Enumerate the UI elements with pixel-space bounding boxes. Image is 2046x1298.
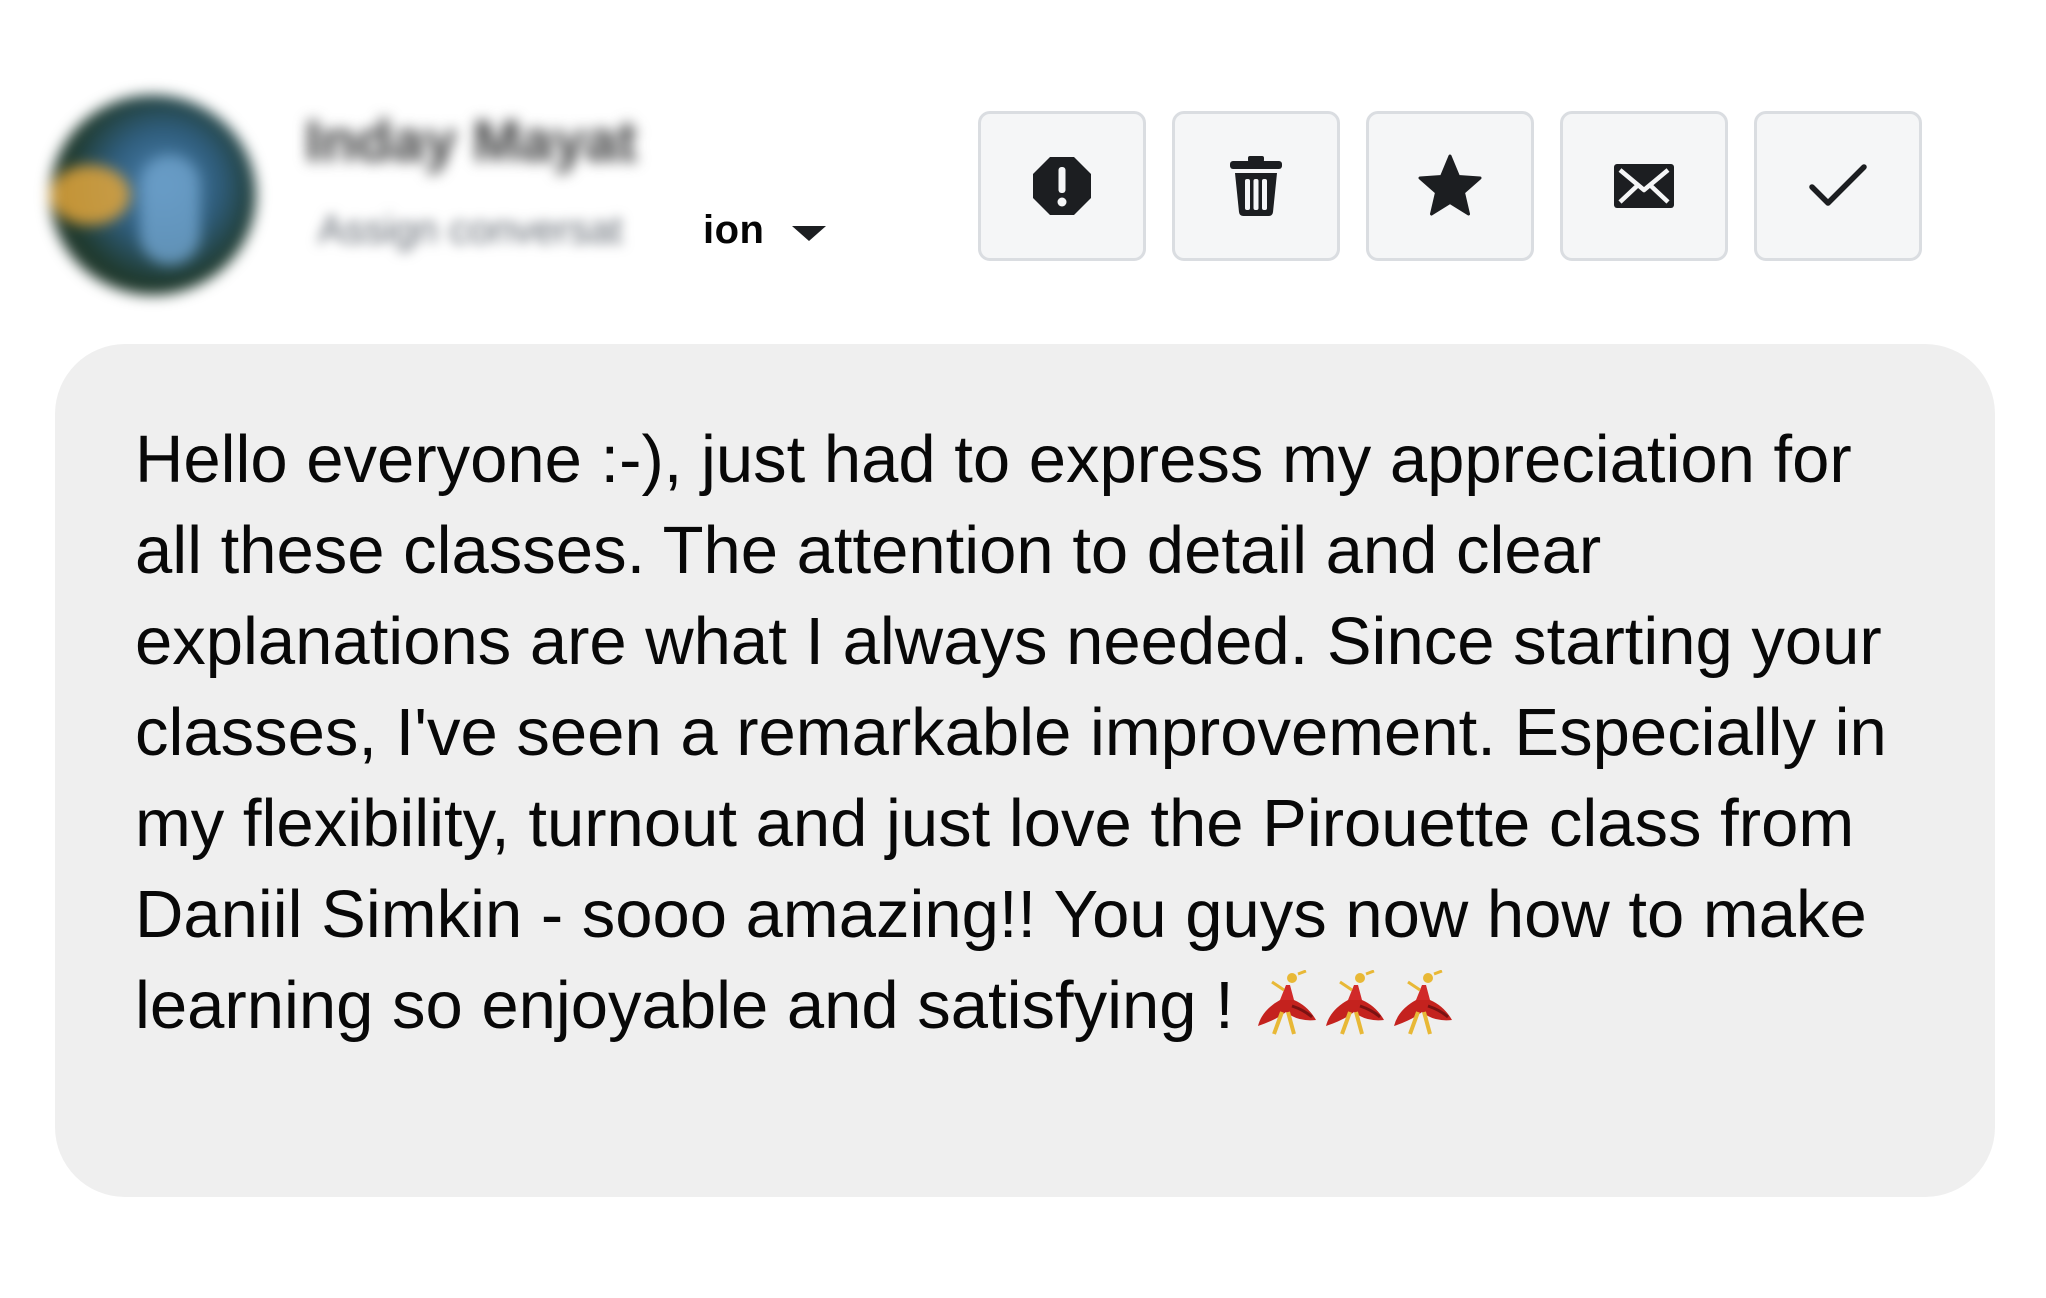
assign-conversation-dropdown[interactable]: Assign conversat ion: [318, 200, 827, 260]
star-button[interactable]: [1366, 111, 1534, 261]
conversation-toolbar: [978, 111, 1922, 261]
star-icon: [1418, 154, 1482, 216]
message-bubble: Hello everyone :-), just had to express …: [55, 344, 1995, 1197]
emoji-group: [1254, 970, 1456, 1040]
delete-button[interactable]: [1172, 111, 1340, 261]
message-text-block: Hello everyone :-), just had to express …: [135, 414, 1915, 1051]
assign-label-visible: ion: [703, 207, 765, 252]
user-name[interactable]: Inday Mayat: [305, 108, 637, 175]
envelope-icon: [1614, 164, 1674, 208]
mark-unread-button[interactable]: [1560, 111, 1728, 261]
dancer-emoji: [1325, 970, 1384, 1035]
assign-label-blurred: Assign conversat: [318, 207, 623, 252]
trash-icon: [1230, 156, 1282, 216]
mark-done-button[interactable]: [1754, 111, 1922, 261]
avatar-photo-figure: [140, 155, 200, 265]
checkmark-icon: [1809, 164, 1867, 206]
chevron-down-icon[interactable]: [792, 225, 827, 241]
avatar[interactable]: [50, 95, 256, 295]
dancer-emoji: [1257, 970, 1316, 1035]
dancer-emoji: [1393, 970, 1452, 1035]
mark-spam-button[interactable]: [978, 111, 1146, 261]
avatar-photo-highlight: [50, 165, 130, 225]
exclamation-octagon-icon: [1033, 157, 1091, 215]
message-text: Hello everyone :-), just had to express …: [135, 422, 1887, 1043]
